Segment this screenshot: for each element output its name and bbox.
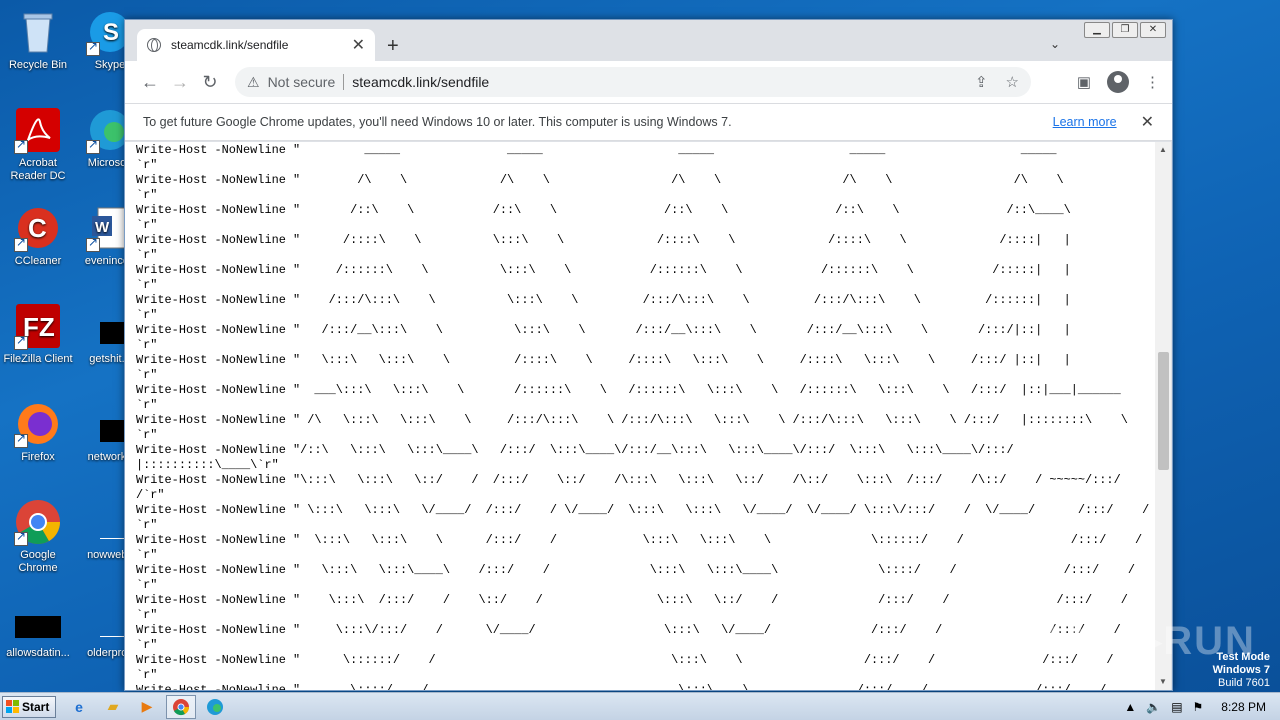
toolbar-right: ▣ ⋮ <box>1077 71 1160 93</box>
tab-search-chevron-icon[interactable]: ⌄ <box>1050 37 1060 51</box>
desktop-icon-allowsdatin[interactable]: allowsdatin... <box>0 596 76 660</box>
desktop-icon-label: Recycle Bin <box>8 59 68 71</box>
tab-title: steamcdk.link/sendfile <box>171 38 289 52</box>
learn-more-link[interactable]: Learn more <box>1053 115 1117 129</box>
not-secure-label[interactable]: Not secure <box>268 74 345 90</box>
volume-icon[interactable]: 🔈 <box>1146 700 1161 714</box>
desktop-icon-label: Firefox <box>21 451 55 463</box>
network-icon[interactable]: ▤ <box>1171 700 1182 714</box>
share-icon[interactable]: ⇪ <box>975 73 988 91</box>
desktop-icon-firefox[interactable]: Firefox <box>0 400 76 464</box>
url-text[interactable]: steamcdk.link/sendfile <box>352 74 957 90</box>
windows-flag-icon <box>6 700 19 713</box>
media-player-icon: ▶ <box>141 698 153 714</box>
ascii-art-script-text: Write-Host -NoNewline " _____ _____ ____… <box>136 143 1150 690</box>
close-infobar-icon[interactable]: ✕ <box>1141 112 1154 132</box>
desktop-icon-label: FileZilla Client <box>3 353 73 365</box>
start-label: Start <box>22 699 50 714</box>
globe-icon <box>147 38 161 52</box>
edge-icon <box>207 698 223 715</box>
profile-avatar-icon[interactable] <box>1107 71 1129 93</box>
new-tab-button[interactable]: + <box>387 35 399 58</box>
scroll-up-arrow-icon[interactable]: ▲ <box>1155 142 1171 158</box>
reload-button[interactable]: ↻ <box>195 72 225 93</box>
warning-icon[interactable]: ⚠ <box>247 74 260 91</box>
file-icon <box>14 596 62 644</box>
taskbar: Start e ▰ ▶ ▲ 🔈 ▤ ⚑ 8:28 PM <box>0 692 1280 720</box>
test-mode-watermark: Test Mode Windows 7 Build 7601 <box>1213 651 1270 690</box>
desktop-icon-label: Acrobat Reader DC <box>10 157 66 182</box>
start-button[interactable]: Start <box>2 695 56 718</box>
folder-icon: ▰ <box>107 698 119 714</box>
desktop-icon-filezilla[interactable]: FZ FileZilla Client <box>0 302 76 366</box>
taskbar-edge[interactable] <box>200 695 230 719</box>
chrome-icon <box>173 698 190 715</box>
clock[interactable]: 8:28 PM <box>1221 700 1266 714</box>
chrome-icon <box>14 498 62 546</box>
back-button[interactable]: ← <box>135 72 165 93</box>
scroll-thumb[interactable] <box>1158 352 1169 470</box>
bookmark-star-icon[interactable]: ☆ <box>1006 73 1019 91</box>
restore-button[interactable]: ❐ <box>1112 22 1138 38</box>
browser-tab[interactable]: steamcdk.link/sendfile ✕ <box>137 29 375 61</box>
desktop-icon-label: CCleaner <box>14 255 62 267</box>
acrobat-icon <box>14 106 62 154</box>
filezilla-icon: FZ <box>14 302 62 350</box>
minimize-button[interactable]: ▁ <box>1084 22 1110 38</box>
taskbar-media-player[interactable]: ▶ <box>132 695 162 719</box>
taskbar-chrome[interactable] <box>166 694 196 719</box>
scroll-down-arrow-icon[interactable]: ▼ <box>1155 674 1171 690</box>
watermark-line: Windows 7 <box>1212 664 1270 676</box>
svg-text:W: W <box>95 219 110 236</box>
window-controls: ▁ ❐ ✕ <box>1084 22 1166 38</box>
desktop-icon-label: allowsdatin... <box>6 647 70 659</box>
chrome-window: ▁ ❐ ✕ steamcdk.link/sendfile ✕ + ⌄ ← → ↻… <box>124 19 1173 691</box>
ccleaner-icon: C <box>14 204 62 252</box>
taskbar-internet-explorer[interactable]: e <box>64 695 94 719</box>
system-tray: ▲ 🔈 ▤ ⚑ 8:28 PM <box>1124 693 1280 720</box>
desktop-icon-acrobat[interactable]: Acrobat Reader DC <box>0 106 76 183</box>
desktop-icon-recycle-bin[interactable]: Recycle Bin <box>0 8 76 72</box>
show-hidden-icons-icon[interactable]: ▲ <box>1124 700 1136 714</box>
desktop-icon-ccleaner[interactable]: C CCleaner <box>0 204 76 268</box>
watermark-line: Test Mode <box>1216 651 1270 663</box>
address-bar[interactable]: ⚠ Not secure steamcdk.link/sendfile ⇪ ☆ <box>235 67 1031 97</box>
recycle-bin-icon <box>14 8 62 56</box>
desktop-icon-google-chrome[interactable]: Google Chrome <box>0 498 76 575</box>
page-content: Write-Host -NoNewline " _____ _____ ____… <box>125 142 1156 690</box>
toolbar: ← → ↻ ⚠ Not secure steamcdk.link/sendfil… <box>125 61 1172 103</box>
firefox-icon <box>14 400 62 448</box>
side-panel-icon[interactable]: ▣ <box>1077 73 1091 91</box>
svg-text:S: S <box>103 19 119 46</box>
vertical-scrollbar[interactable]: ▲ ▼ <box>1155 142 1171 690</box>
action-center-flag-icon[interactable]: ⚑ <box>1193 700 1204 714</box>
update-infobar: To get future Google Chrome updates, you… <box>125 103 1172 141</box>
desktop-icon-label: Google Chrome <box>18 549 58 574</box>
infobar-message: To get future Google Chrome updates, you… <box>143 115 732 129</box>
taskbar-explorer[interactable]: ▰ <box>98 695 128 719</box>
close-window-button[interactable]: ✕ <box>1140 22 1166 38</box>
close-tab-icon[interactable]: ✕ <box>352 35 365 55</box>
svg-text:C: C <box>28 213 47 243</box>
forward-button[interactable]: → <box>165 72 195 93</box>
internet-explorer-icon: e <box>75 698 83 715</box>
menu-dots-icon[interactable]: ⋮ <box>1145 73 1160 91</box>
watermark-line: Build 7601 <box>1218 677 1270 689</box>
